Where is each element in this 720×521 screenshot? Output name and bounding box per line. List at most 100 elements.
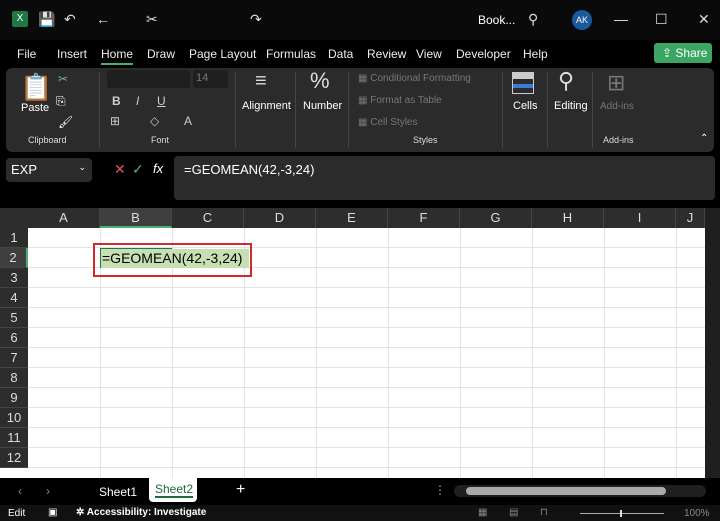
tab-data[interactable]: Data <box>328 47 353 61</box>
maximize-button[interactable]: ☐ <box>655 11 668 28</box>
column-header-a[interactable]: A <box>28 208 100 228</box>
function-icon[interactable]: fx <box>153 161 163 176</box>
gridline <box>316 228 317 478</box>
search-icon[interactable]: ⚲ <box>528 11 538 28</box>
horizontal-scrollbar[interactable] <box>454 485 706 497</box>
column-header-j[interactable]: J <box>676 208 705 228</box>
tab-developer[interactable]: Developer <box>456 47 511 61</box>
accessibility-status[interactable]: ✲ Accessibility: Investigate <box>76 507 206 518</box>
gridline <box>28 407 705 408</box>
gridline <box>28 327 705 328</box>
sheet-tab-sheet2[interactable]: Sheet2 <box>149 478 197 502</box>
prev-sheet-icon[interactable]: ‹ <box>18 484 22 498</box>
format-painter-icon[interactable]: 🖌 <box>58 115 73 129</box>
close-button[interactable]: ✕ <box>698 11 710 28</box>
tab-review[interactable]: Review <box>367 47 406 61</box>
number-button[interactable]: Number <box>303 100 342 112</box>
row-header-11[interactable]: 11 <box>0 428 28 448</box>
add-ins-icon: ⊞ <box>607 70 626 95</box>
add-sheet-button[interactable]: + <box>236 481 245 499</box>
row-header-10[interactable]: 10 <box>0 408 28 428</box>
more-options-icon[interactable]: ⋮ <box>434 483 446 497</box>
collapse-ribbon-icon[interactable]: ⌃ <box>700 133 708 144</box>
row-header-9[interactable]: 9 <box>0 388 28 408</box>
tab-page-layout[interactable]: Page Layout <box>189 47 256 61</box>
format-as-table-button[interactable]: ▦ Format as Table <box>358 95 442 106</box>
column-header-g[interactable]: G <box>460 208 532 228</box>
underline-button[interactable]: U <box>157 94 166 108</box>
redo-icon[interactable]: ↷ <box>250 11 262 28</box>
cell-styles-button[interactable]: ▦ Cell Styles <box>358 117 417 128</box>
fill-color-icon[interactable]: ◇ <box>150 114 159 128</box>
column-header-e[interactable]: E <box>316 208 388 228</box>
tab-draw[interactable]: Draw <box>147 47 175 61</box>
alignment-button[interactable]: Alignment <box>242 100 291 112</box>
italic-button[interactable]: I <box>136 94 139 108</box>
font-size-select[interactable]: 14 <box>193 70 228 88</box>
row-header-7[interactable]: 7 <box>0 348 28 368</box>
row-header-8[interactable]: 8 <box>0 368 28 388</box>
menu-bar: File Insert Home Draw Page Layout Formul… <box>0 40 720 68</box>
editing-button[interactable]: Editing <box>554 100 588 112</box>
share-button[interactable]: ⇪ Share <box>654 43 712 63</box>
font-name-select[interactable] <box>107 70 190 88</box>
tab-insert[interactable]: Insert <box>57 47 87 61</box>
column-header-d[interactable]: D <box>244 208 316 228</box>
cut-icon[interactable]: ✂ <box>146 11 158 28</box>
formula-bar-area: EXP ⌄ ✕ ✓ fx =GEOMEAN(42,-3,24) <box>0 156 720 202</box>
zoom-slider-thumb[interactable] <box>620 510 622 517</box>
zoom-level[interactable]: 100% <box>684 508 710 519</box>
avatar[interactable]: AK <box>572 10 592 30</box>
undo-icon[interactable]: ↶ <box>64 11 76 28</box>
scrollbar-thumb[interactable] <box>466 487 666 495</box>
column-header-i[interactable]: I <box>604 208 676 228</box>
sheet-tab-sheet1[interactable]: Sheet1 <box>99 485 137 499</box>
gridline <box>460 228 461 478</box>
mode-status: Edit <box>8 508 26 519</box>
tab-file[interactable]: File <box>17 47 36 61</box>
row-header-3[interactable]: 3 <box>0 268 28 288</box>
column-header-b[interactable]: B <box>100 208 172 228</box>
formula-input[interactable]: =GEOMEAN(42,-3,24) <box>174 156 715 200</box>
macro-icon[interactable]: ▣ <box>48 507 57 518</box>
column-header-f[interactable]: F <box>388 208 460 228</box>
add-ins-button[interactable]: Add-ins <box>600 101 634 112</box>
tab-view[interactable]: View <box>416 47 442 61</box>
normal-view-icon[interactable]: ▦ <box>478 507 487 518</box>
tab-formulas[interactable]: Formulas <box>266 47 316 61</box>
row-header-2[interactable]: 2 <box>0 248 28 268</box>
gridline <box>28 347 705 348</box>
row-header-5[interactable]: 5 <box>0 308 28 328</box>
page-layout-view-icon[interactable]: ▤ <box>509 507 518 518</box>
column-header-h[interactable]: H <box>532 208 604 228</box>
next-sheet-icon[interactable]: › <box>46 484 50 498</box>
font-color-icon[interactable]: A <box>184 114 192 128</box>
name-box[interactable]: EXP ⌄ <box>6 158 92 182</box>
row-header-12[interactable]: 12 <box>0 448 28 468</box>
back-icon[interactable]: ← <box>96 11 110 27</box>
bold-button[interactable]: B <box>112 94 121 108</box>
row-header-4[interactable]: 4 <box>0 288 28 308</box>
sheet-tab-bar: ‹ › Sheet1 Sheet2 + ⋮ <box>0 478 720 505</box>
column-header-c[interactable]: C <box>172 208 244 228</box>
cancel-icon[interactable]: ✕ <box>114 161 126 178</box>
paste-icon[interactable]: 📋 <box>20 72 52 103</box>
copy-icon[interactable]: ⎘ <box>56 94 66 109</box>
zoom-slider[interactable] <box>580 513 664 514</box>
gridline <box>604 228 605 478</box>
select-all-button[interactable] <box>0 208 28 228</box>
row-header-6[interactable]: 6 <box>0 328 28 348</box>
save-icon[interactable]: 💾 <box>38 11 55 28</box>
borders-icon[interactable]: ⊞ <box>110 114 120 128</box>
page-break-view-icon[interactable]: ⊓ <box>540 507 548 518</box>
tab-home[interactable]: Home <box>101 47 134 65</box>
vertical-scrollbar[interactable] <box>705 208 720 478</box>
tab-help[interactable]: Help <box>523 47 548 61</box>
cells-button[interactable]: Cells <box>513 100 537 112</box>
cut-icon[interactable]: ✂ <box>58 72 68 86</box>
paste-button[interactable]: Paste <box>21 102 49 114</box>
minimize-button[interactable]: — <box>614 11 628 27</box>
enter-icon[interactable]: ✓ <box>132 161 144 178</box>
row-header-1[interactable]: 1 <box>0 228 28 248</box>
conditional-formatting-button[interactable]: ▦ Conditional Formatting <box>358 73 471 84</box>
